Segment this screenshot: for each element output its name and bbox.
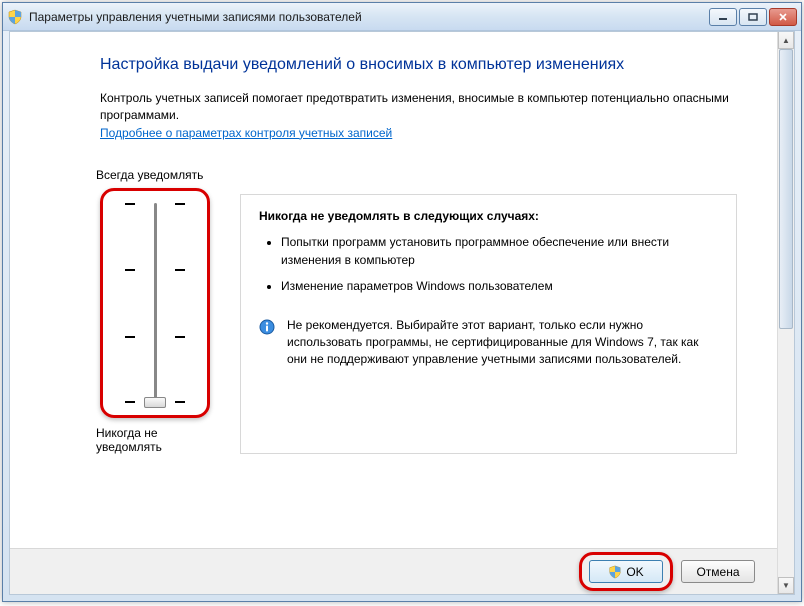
description-bullet: Попытки программ установить программное … <box>281 233 718 269</box>
maximize-button[interactable] <box>739 8 767 26</box>
page-title: Настройка выдачи уведомлений о вносимых … <box>100 56 737 74</box>
help-link[interactable]: Подробнее о параметрах контроля учетных … <box>100 126 392 140</box>
slider-thumb[interactable] <box>144 397 166 408</box>
content-area: Настройка выдачи уведомлений о вносимых … <box>9 31 795 595</box>
vertical-scrollbar[interactable]: ▲ ▼ <box>777 32 794 594</box>
ok-button[interactable]: OK <box>589 560 663 583</box>
info-icon <box>259 319 275 335</box>
scroll-down-arrow-icon[interactable]: ▼ <box>778 577 794 594</box>
footer-bar: OK Отмена <box>10 548 777 594</box>
scroll-thumb[interactable] <box>779 49 793 329</box>
ok-button-label: OK <box>626 565 643 579</box>
info-text: Не рекомендуется. Выбирайте этот вариант… <box>287 317 718 369</box>
description-title: Никогда не уведомлять в следующих случая… <box>259 209 718 223</box>
intro-text: Контроль учетных записей помогает предот… <box>100 90 737 124</box>
cancel-button-label: Отмена <box>696 565 739 579</box>
slider-highlight <box>100 188 210 418</box>
uac-slider[interactable] <box>111 203 199 403</box>
uac-shield-icon <box>608 565 622 579</box>
cancel-button[interactable]: Отмена <box>681 560 755 583</box>
minimize-button[interactable] <box>709 8 737 26</box>
ok-highlight: OK <box>579 552 673 591</box>
window-title: Параметры управления учетными записями п… <box>29 10 709 24</box>
uac-shield-icon <box>7 9 23 25</box>
slider-label-never: Никогда не уведомлять <box>96 426 210 454</box>
slider-label-always: Всегда уведомлять <box>96 168 210 182</box>
window-frame: Параметры управления учетными записями п… <box>2 2 802 602</box>
description-bullet: Изменение параметров Windows пользовател… <box>281 277 718 295</box>
close-button[interactable] <box>769 8 797 26</box>
description-panel: Никогда не уведомлять в следующих случая… <box>240 194 737 454</box>
titlebar[interactable]: Параметры управления учетными записями п… <box>3 3 801 31</box>
scroll-up-arrow-icon[interactable]: ▲ <box>778 32 794 49</box>
